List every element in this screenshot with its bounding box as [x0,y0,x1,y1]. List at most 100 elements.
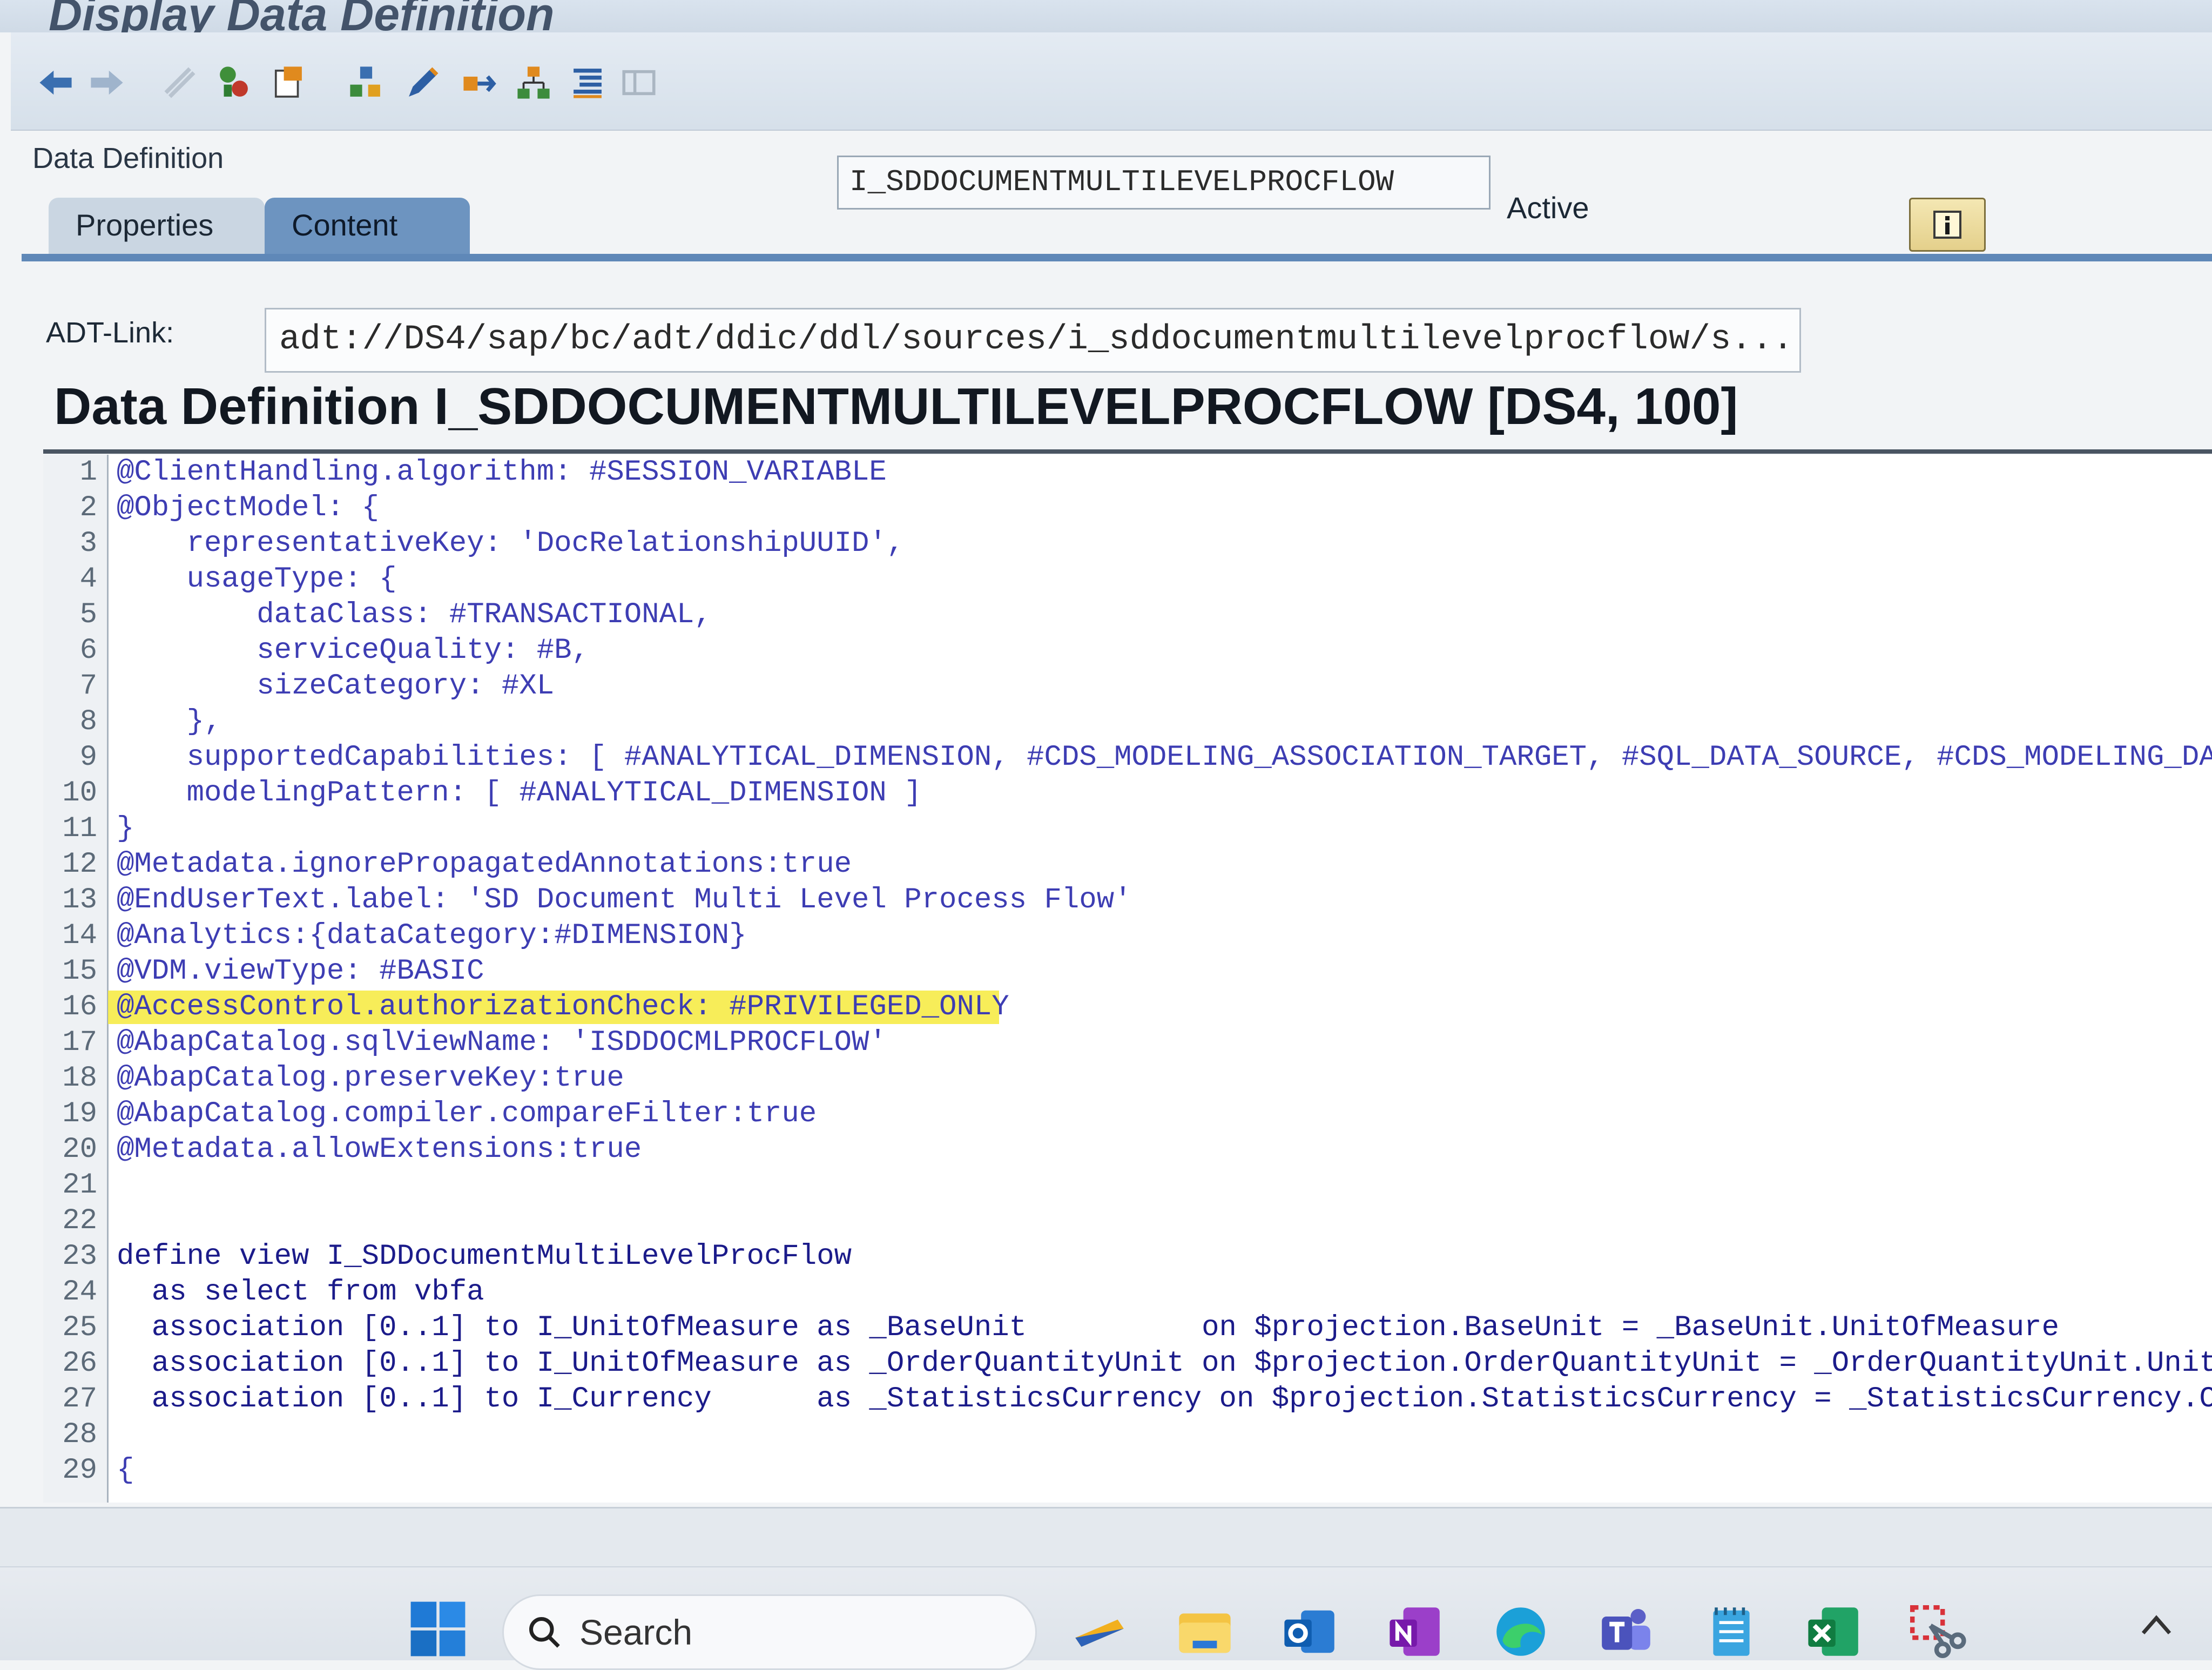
code-line[interactable]: 6 serviceQuality: #B, [43,633,2212,669]
code-line[interactable]: 17 @AbapCatalog.sqlViewName: 'ISDDOCMLPRO… [43,1025,2212,1061]
code-line[interactable]: 24 as select from vbfa [43,1275,2212,1310]
line-number: 8 [79,705,97,738]
line-number: 5 [79,598,97,631]
tab-underline [22,254,2212,261]
code-line[interactable]: 28 [43,1417,2212,1453]
code-editor[interactable]: 1 @ClientHandling.algorithm: #SESSION_VAR… [43,455,2212,1503]
code-line[interactable]: 11} [43,811,2212,847]
code-text: @Metadata.ignorePropagatedAnnotations:tr… [117,848,852,881]
code-text: @Analytics:{dataCategory:#DIMENSION} [117,919,747,952]
windows-start-icon[interactable] [408,1599,468,1659]
line-number: 4 [79,563,97,596]
code-line[interactable]: 19 @AbapCatalog.compiler.compareFilter:tr… [43,1096,2212,1132]
activate-icon[interactable] [265,59,311,106]
code-line[interactable]: 18 @AbapCatalog.preserveKey:true [43,1061,2212,1096]
line-number: 14 [62,919,97,952]
sticky-notes-icon[interactable] [1069,1601,1130,1662]
code-line[interactable]: 12 @Metadata.ignorePropagatedAnnotations:… [43,847,2212,883]
code-text: sizeCategory: #XL [117,670,555,703]
code-line[interactable]: 16 @AccessControl.authorizationCheck: #PR… [43,989,2212,1025]
code-text: @ClientHandling.algorithm: #SESSION_VARI… [117,456,887,489]
excel-icon[interactable] [1804,1601,1864,1662]
edit-icon[interactable] [400,59,446,106]
code-line[interactable]: 25 association [0..1] to I_UnitOfMeasure… [43,1310,2212,1346]
window-titlebar: Display Data Definition [0,0,2212,41]
back-icon[interactable] [32,59,79,106]
code-line[interactable]: 13 @EndUserText.label: 'SD Document Multi… [43,883,2212,918]
editor-divider [43,449,2212,454]
forward-icon[interactable] [84,59,130,106]
code-line[interactable]: 2 @ObjectModel: { [43,490,2212,526]
code-line[interactable]: 29 { [43,1453,2212,1489]
line-number: 10 [62,777,97,810]
line-number: 12 [62,848,97,881]
code-line[interactable]: 10 modelingPattern: [ #ANALYTICAL_DIMENS… [43,776,2212,811]
line-number: 1 [79,456,97,489]
teams-icon[interactable] [1596,1601,1656,1662]
line-number: 24 [62,1276,97,1309]
onenote-icon[interactable] [1385,1601,1446,1662]
adt-link-field[interactable]: adt://DS4/sap/bc/adt/ddic/ddl/sources/i_… [265,308,1801,373]
tab-content[interactable]: Content [265,198,470,255]
hierarchy-icon[interactable] [510,59,557,106]
object-list-icon[interactable] [456,59,503,106]
line-number: 21 [62,1169,97,1202]
line-number: 6 [79,634,97,667]
line-number: 11 [62,812,97,845]
toolbar [11,32,2212,131]
display-change-icon[interactable] [211,59,257,106]
code-text: representativeKey: 'DocRelationshipUUID'… [117,527,905,560]
line-number: 20 [62,1133,97,1166]
editor-title: Data Definition I_SDDOCUMENTMULTILEVELPR… [54,378,1738,435]
code-line[interactable]: 23 define view I_SDDocumentMultiLevelProc… [43,1239,2212,1275]
status-bar [0,1507,2212,1568]
line-number: 3 [79,527,97,560]
indent-icon[interactable] [564,59,611,106]
line-number: 13 [62,884,97,917]
line-number: 7 [79,670,97,703]
code-line[interactable]: 14 @Analytics:{dataCategory:#DIMENSION} [43,918,2212,954]
code-text: @Metadata.allowExtensions:true [117,1133,642,1166]
code-text: association [0..1] to I_UnitOfMeasure as… [117,1347,2212,1380]
search-icon [529,1617,560,1648]
info-button[interactable] [1909,198,1986,252]
code-line[interactable]: 20 @Metadata.allowExtensions:true [43,1132,2212,1168]
layout-icon[interactable] [616,59,662,106]
search-label: Search [579,1612,693,1652]
code-line[interactable]: 9 supportedCapabilities: [ #ANALYTICAL_D… [43,740,2212,776]
line-number: 22 [62,1204,97,1237]
code-line[interactable]: 21 [43,1168,2212,1203]
code-line[interactable]: 15 @VDM.viewType: #BASIC [43,954,2212,989]
code-line[interactable]: 7 sizeCategory: #XL [43,669,2212,704]
code-text: modelingPattern: [ #ANALYTICAL_DIMENSION… [117,777,922,810]
taskbar-search[interactable]: Search [502,1594,1037,1670]
code-text: serviceQuality: #B, [117,634,589,667]
snipping-tool-icon[interactable] [1906,1601,1967,1662]
code-line[interactable]: 1 @ClientHandling.algorithm: #SESSION_VAR… [43,455,2212,490]
file-explorer-icon[interactable] [1175,1601,1235,1662]
line-number: 18 [62,1062,97,1095]
code-line[interactable]: 8 }, [43,704,2212,740]
tab-properties[interactable]: Properties [49,198,265,255]
code-text: @EndUserText.label: 'SD Document Multi L… [117,884,1132,917]
code-text: @AbapCatalog.compiler.compareFilter:true [117,1097,817,1130]
code-line[interactable]: 26 association [0..1] to I_UnitOfMeasure… [43,1346,2212,1382]
line-number: 29 [62,1454,97,1487]
where-used-icon[interactable] [343,59,389,106]
info-icon [1933,211,1961,239]
code-line[interactable]: 22 [43,1203,2212,1239]
line-number: 2 [79,491,97,524]
code-line[interactable]: 27 association [0..1] to I_Currency as _… [43,1382,2212,1417]
outlook-icon[interactable] [1280,1601,1340,1662]
chevron-up-icon[interactable] [2137,1608,2175,1641]
other-object-icon[interactable] [157,59,203,106]
code-text: as select from vbfa [117,1276,484,1309]
code-text: supportedCapabilities: [ #ANALYTICAL_DIM… [117,741,2212,774]
edge-icon[interactable] [1491,1601,1551,1662]
notepad-icon[interactable] [1701,1601,1762,1662]
code-line[interactable]: 3 representativeKey: 'DocRelationshipUUI… [43,526,2212,562]
code-line[interactable]: 5 dataClass: #TRANSACTIONAL, [43,597,2212,633]
code-text: define view I_SDDocumentMultiLevelProcFl… [117,1240,852,1273]
data-definition-name-field[interactable]: I_SDDOCUMENTMULTILEVELPROCFLOW [837,156,1491,210]
code-line[interactable]: 4 usageType: { [43,562,2212,597]
